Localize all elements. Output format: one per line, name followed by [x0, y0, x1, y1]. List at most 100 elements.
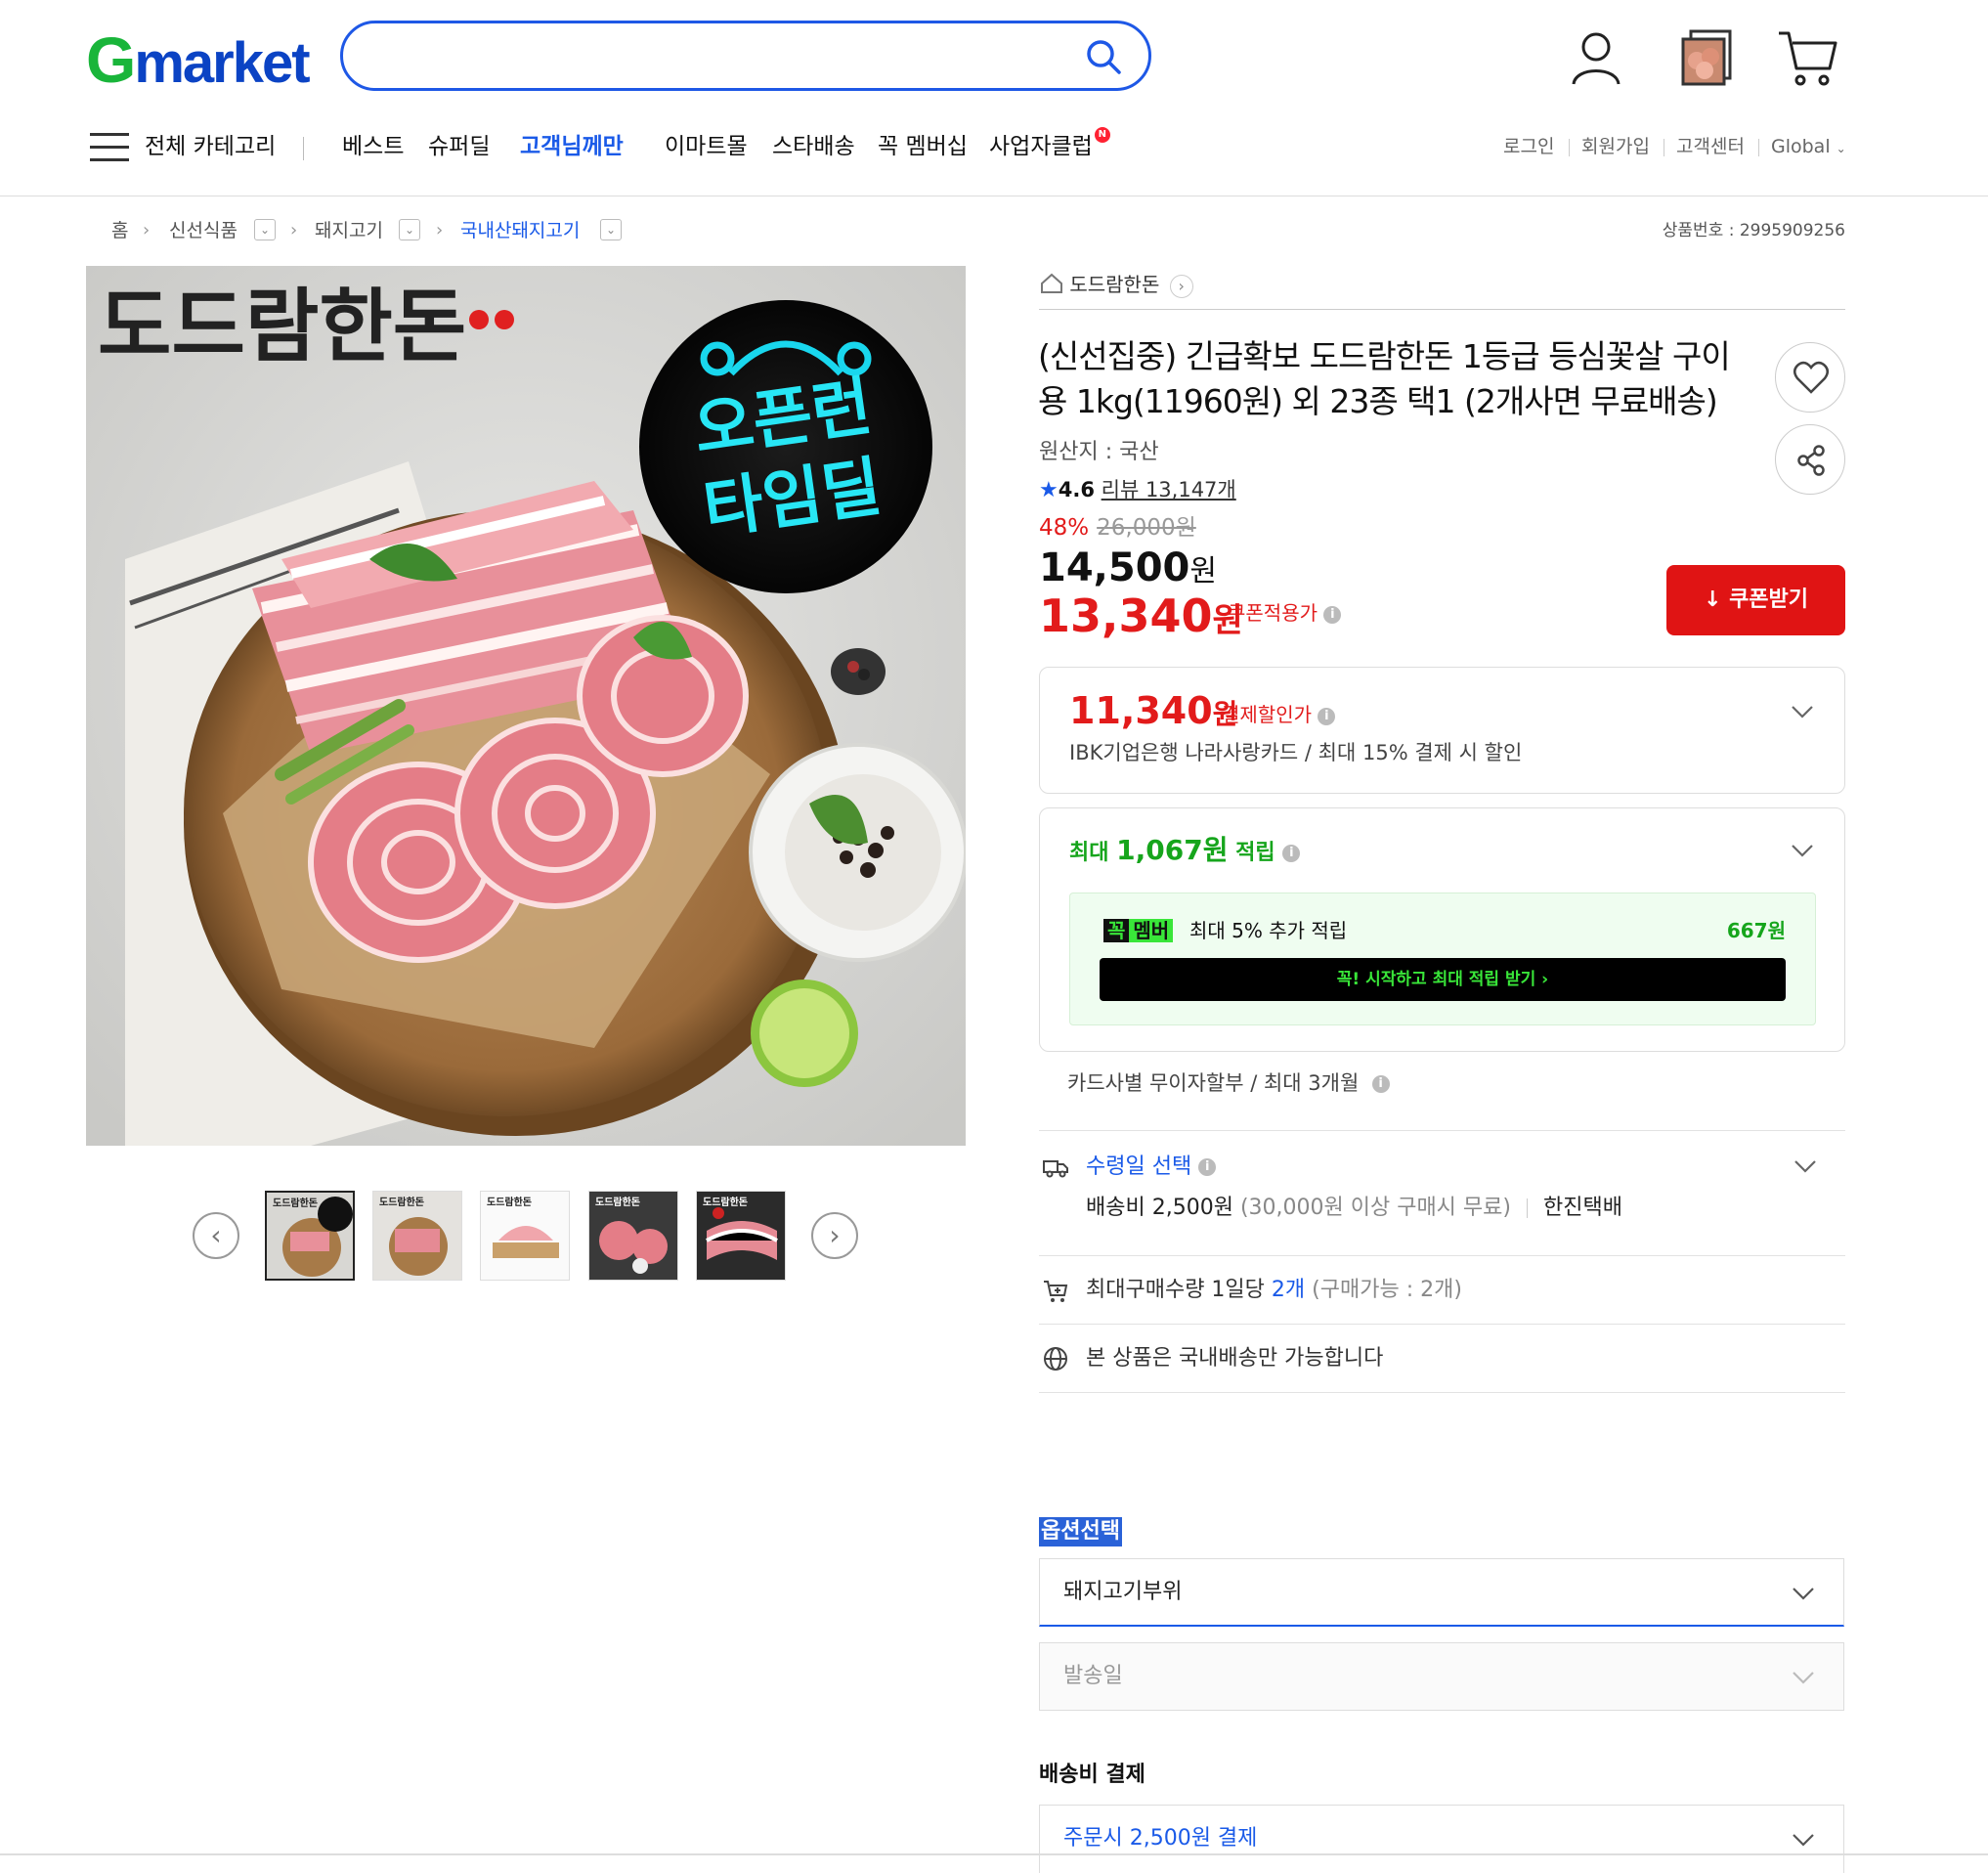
- nav-for-you[interactable]: 고객님께만: [520, 127, 624, 166]
- thumbnail-image: 도드람한돈: [373, 1192, 461, 1280]
- recent-viewed-icon[interactable]: [1675, 25, 1740, 90]
- nav-business-club[interactable]: 사업자클럽 N: [989, 127, 1110, 166]
- breadcrumb-fresh-food[interactable]: 신선식품: [169, 217, 238, 244]
- original-price: 26,000원: [1097, 515, 1196, 541]
- svg-text:도드람한돈: 도드람한돈: [595, 1196, 640, 1208]
- max-purchase-text: 최대구매수량 1일당: [1086, 1278, 1265, 1302]
- coupon-download-button[interactable]: ↓ 쿠폰받기: [1666, 565, 1845, 635]
- nav-business-club-label: 사업자클럽: [989, 134, 1093, 159]
- thumbnail[interactable]: 도드람한돈: [265, 1191, 355, 1281]
- delivery-fee-note: (30,000원 이상 구매시 무료): [1239, 1196, 1511, 1220]
- seller-link[interactable]: 도드람한돈 ›: [1040, 270, 1193, 299]
- breadcrumb-pork[interactable]: 돼지고기: [315, 217, 383, 244]
- info-icon[interactable]: i: [1318, 707, 1336, 725]
- info-icon[interactable]: i: [1198, 1158, 1217, 1176]
- divider: [1039, 1130, 1845, 1131]
- all-categories-link[interactable]: 전체 카테고리: [145, 127, 276, 166]
- payment-label-text: 결제할인가: [1222, 703, 1312, 726]
- payment-discount-box[interactable]: 11,340원 결제할인가 i IBK기업은행 나라사랑카드 / 최대 15% …: [1039, 667, 1845, 794]
- cart-icon[interactable]: [1775, 25, 1839, 90]
- delivery-date-select[interactable]: 수령일 선택 i: [1086, 1152, 1217, 1183]
- delivery-fee-text: 배송비 2,500원: [1086, 1196, 1233, 1220]
- option-select-pork-part[interactable]: 돼지고기부위: [1039, 1558, 1844, 1627]
- option-select-ship-date[interactable]: 발송일: [1039, 1642, 1844, 1711]
- home-shop-icon: [1041, 273, 1062, 293]
- coupon-price-label: 쿠폰적용가 i: [1228, 598, 1342, 628]
- thumb-next-button[interactable]: ›: [811, 1212, 858, 1259]
- chevron-right-icon: ›: [290, 220, 298, 240]
- product-title: (신선집중) 긴급확보 도드람한돈 1등급 등심꽃살 구이용 1kg(11960…: [1038, 337, 1731, 420]
- thumbnail[interactable]: 도드람한돈: [372, 1191, 462, 1281]
- review-link[interactable]: 리뷰 13,147개: [1102, 478, 1236, 501]
- logo-g: G: [86, 23, 136, 96]
- thumbnail[interactable]: 도드람한돈: [480, 1191, 570, 1281]
- option-select-ship-date-label: 발송일: [1063, 1664, 1123, 1688]
- nav-star-delivery[interactable]: 스타배송: [772, 127, 855, 166]
- nav-divider: [303, 137, 304, 160]
- membership-tag: 꼭 멤버: [1103, 917, 1174, 944]
- signup-link[interactable]: 회원가입: [1581, 133, 1650, 160]
- payment-discount-price: 11,340원: [1069, 687, 1237, 738]
- new-badge: N: [1094, 127, 1110, 143]
- login-link[interactable]: 로그인: [1503, 133, 1554, 160]
- thumbnail-image: 도드람한돈: [481, 1192, 569, 1280]
- nav-superdeal[interactable]: 슈퍼딜: [428, 127, 490, 166]
- chevron-right-icon: ›: [1169, 275, 1193, 298]
- membership-start-button[interactable]: 꼭! 시작하고 최대 적립 받기 ›: [1100, 958, 1786, 1001]
- thumbnail-image: 도드람한돈: [589, 1192, 677, 1280]
- divider: [1039, 1392, 1845, 1393]
- points-amount: 1,067원: [1116, 834, 1229, 866]
- product-main-image[interactable]: 도드람한돈 오픈런 타임딜: [86, 266, 966, 1146]
- payment-discount-label: 결제할인가 i: [1222, 701, 1336, 728]
- sale-price-unit: 원: [1189, 554, 1217, 588]
- points-box[interactable]: 최대 1,067원 적립 i 꼭 멤버 최대 5% 추가 적립 667원 꼭! 시…: [1039, 807, 1845, 1052]
- share-button[interactable]: [1775, 424, 1845, 495]
- my-account-icon[interactable]: [1564, 25, 1628, 90]
- rating-score: 4.6: [1058, 478, 1095, 501]
- wishlist-button[interactable]: [1775, 342, 1845, 413]
- gmarket-logo[interactable]: Gmarket: [86, 23, 311, 98]
- search-icon[interactable]: [1084, 37, 1123, 76]
- nav-best[interactable]: 베스트: [342, 127, 404, 166]
- installment-info: 카드사별 무이자할부 / 최대 3개월 i: [1067, 1067, 1390, 1099]
- option-select-title: 옵션선택: [1039, 1517, 1122, 1546]
- nav-membership[interactable]: 꼭 멤버십: [878, 127, 968, 166]
- delivery-carrier: 한진택배: [1542, 1196, 1622, 1220]
- truck-icon: [1043, 1160, 1068, 1178]
- cart-plus-icon: [1044, 1281, 1068, 1302]
- nav-emart-mall[interactable]: 이마트몰: [665, 127, 748, 166]
- info-icon[interactable]: i: [1323, 605, 1342, 624]
- menu-icon[interactable]: [90, 133, 129, 162]
- thumbnail[interactable]: 도드람한돈: [588, 1191, 678, 1281]
- logo-text: market: [134, 31, 310, 95]
- chevron-down-icon[interactable]: [1790, 838, 1815, 863]
- rating: ★4.6 리뷰 13,147개: [1039, 475, 1236, 505]
- thumbnail[interactable]: 도드람한돈: [696, 1191, 786, 1281]
- payment-price-number: 11,340: [1069, 689, 1213, 732]
- search-input[interactable]: [372, 35, 1037, 76]
- info-icon[interactable]: i: [1282, 845, 1301, 862]
- search-bar[interactable]: [340, 21, 1151, 91]
- pork-product-illustration: 도드람한돈 오픈런 타임딜: [86, 266, 966, 1146]
- chevron-down-icon[interactable]: [1793, 1154, 1818, 1179]
- coupon-price-number: 13,340: [1039, 589, 1213, 642]
- option-select-pork-part-label: 돼지고기부위: [1063, 1580, 1183, 1604]
- breadcrumb-dropdown-icon[interactable]: ⌄: [600, 219, 622, 240]
- brand-text: 도드람한돈: [98, 281, 466, 373]
- global-label: Global: [1771, 136, 1831, 157]
- breadcrumb-domestic-pork[interactable]: 국내산돼지고기: [460, 217, 580, 244]
- breadcrumb-dropdown-icon[interactable]: ⌄: [399, 219, 420, 240]
- breadcrumb-home[interactable]: 홈: [111, 217, 128, 244]
- max-purchase: 최대구매수량 1일당 2개 (구매가능 : 2개): [1086, 1275, 1462, 1306]
- breadcrumb-dropdown-icon[interactable]: ⌄: [254, 219, 276, 240]
- customer-center-link[interactable]: 고객센터: [1676, 133, 1745, 160]
- points-prefix: 최대: [1069, 841, 1109, 865]
- membership-tag-m: 멤버: [1129, 919, 1174, 942]
- product-number: 상품번호 : 2995909256: [1662, 221, 1845, 240]
- thumb-prev-button[interactable]: ‹: [193, 1212, 239, 1259]
- global-dropdown[interactable]: Global ⌄: [1771, 133, 1846, 162]
- svg-text:도드람한돈: 도드람한돈: [487, 1196, 532, 1208]
- max-purchase-note: (구매가능 : 2개): [1312, 1278, 1462, 1302]
- info-icon[interactable]: i: [1371, 1075, 1390, 1093]
- chevron-down-icon[interactable]: [1790, 699, 1815, 724]
